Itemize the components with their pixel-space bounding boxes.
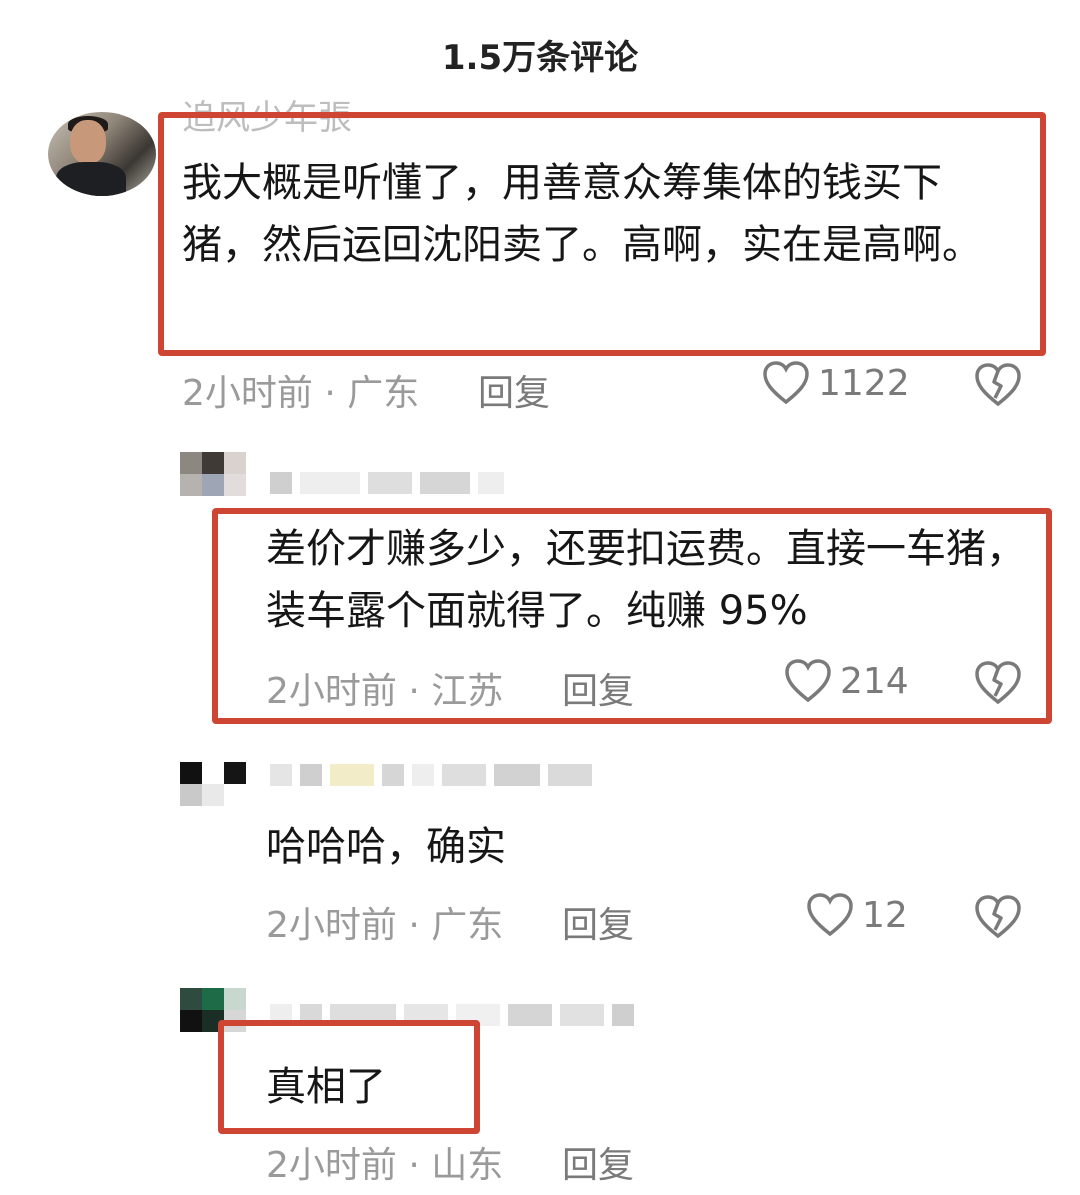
heart-outline-icon [763,361,809,405]
avatar[interactable] [180,762,246,806]
like-count: 1122 [818,362,910,404]
comment-meta: 2小时前 · 广东 [182,373,420,414]
broken-heart-icon[interactable] [974,362,1022,408]
like-count: 12 [862,894,908,936]
reply-button[interactable]: 回复 [562,896,634,948]
username-blurred[interactable] [270,472,504,494]
highlight-box [212,508,1052,724]
avatar[interactable] [48,112,156,196]
highlight-box [158,112,1046,356]
heart-outline-icon [807,893,853,937]
comment-text: 哈哈哈，确实 [266,824,506,870]
comment-meta: 2小时前 · 广东 [266,905,504,946]
highlight-box [218,1020,480,1134]
comment-meta: 2小时前 · 山东 [266,1145,504,1186]
avatar[interactable] [180,452,246,496]
comments-header-title: 1.5万条评论 [441,38,639,78]
like-button[interactable]: 1122 [762,360,910,406]
username-blurred[interactable] [270,764,592,786]
broken-heart-icon[interactable] [974,894,1022,940]
reply-button[interactable]: 回复 [562,1136,634,1188]
like-button[interactable]: 12 [806,892,908,938]
reply-button[interactable]: 回复 [478,364,550,416]
